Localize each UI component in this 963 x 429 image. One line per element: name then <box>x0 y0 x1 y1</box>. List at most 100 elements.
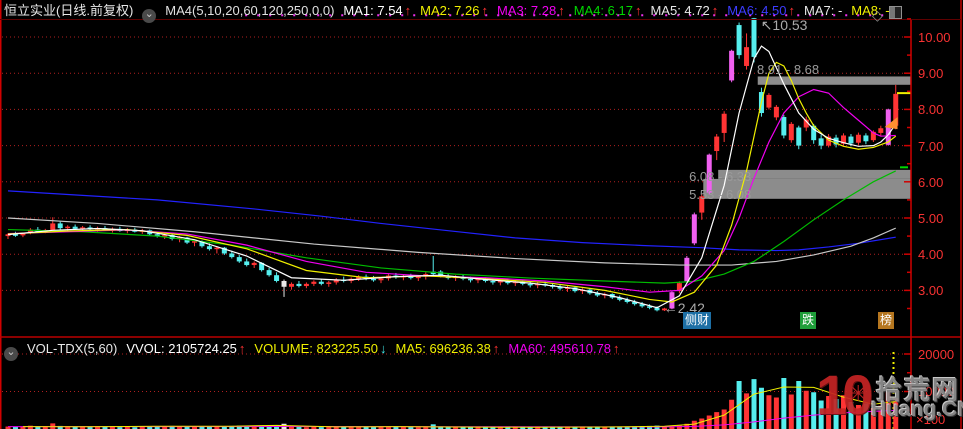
candle-body <box>527 283 533 286</box>
candle-body <box>721 113 727 133</box>
price-tick-label: 10.00 <box>918 30 951 45</box>
main-chart-header: 恒立实业(日线.前复权) ⌄ MA4(5,10,20,60,120,250,0,0)… <box>4 3 899 23</box>
volume-pane-header: ⌄ VOL-TDX(5,60) VVOL: 2105724.25 ↑ VOLUME: 8… <box>4 341 629 361</box>
zone-label: 8.91 - 8.68 <box>757 62 819 77</box>
volume-bar <box>691 420 697 429</box>
up-arrow-icon: ↑ <box>481 3 488 18</box>
trading-terminal: 8.91 - 8.68 6.08 - 6.33 5.53 - 6.08 ↖10.53 ←… <box>0 0 963 429</box>
candle-body <box>773 106 779 118</box>
candle-body <box>781 117 787 136</box>
volume-bar <box>803 390 809 429</box>
candle-body <box>65 226 71 229</box>
candle-body <box>736 25 742 56</box>
window-split-icon[interactable] <box>888 6 902 19</box>
watermark: 10 ✳ 拾荒网 Huang.CN <box>816 363 963 428</box>
volume-bar <box>714 412 720 429</box>
tag-die[interactable]: 跌 <box>800 312 817 329</box>
candle-body <box>371 278 377 281</box>
up-arrow-icon: ↑ <box>404 3 412 18</box>
down-arrow-icon: ↓ <box>379 341 387 356</box>
up-arrow-icon: ↑ <box>558 3 565 18</box>
ma5-value: MA5: 4.72 <box>650 3 710 18</box>
vol-ma60-value: MA60: 495610.78 <box>508 341 612 356</box>
up-arrow-icon: ↑ <box>492 341 500 356</box>
price-tick-label: 8.00 <box>918 102 944 118</box>
candle-body <box>326 282 332 284</box>
corner-controls: ◇ <box>872 6 902 24</box>
candle-body <box>251 262 257 266</box>
volume-tick-label: 20000 <box>918 346 955 362</box>
candle-body <box>818 138 824 146</box>
vvol-value: VVOL: 2105724.25 <box>126 341 237 356</box>
candle-body <box>855 134 861 143</box>
price-tick-label: 3.00 <box>918 283 944 299</box>
up-arrow-icon: ↑ <box>788 3 796 18</box>
candle-body <box>378 278 384 281</box>
ma4-value: MA4: 6.17 <box>573 3 633 18</box>
candle-body <box>318 281 324 284</box>
volume-bar <box>781 377 787 429</box>
price-tick-label: 4.00 <box>918 247 944 263</box>
candle-body <box>229 253 235 258</box>
price-tick-label: 6.00 <box>918 174 944 190</box>
price-tick-label: 9.00 <box>918 66 944 82</box>
candle-body <box>684 257 690 282</box>
candle-body <box>266 270 272 276</box>
watermark-domain: Huang.CN <box>871 398 963 421</box>
zone-label: 5.53 - 6.08 <box>689 187 751 202</box>
candle-body <box>50 223 56 230</box>
candle-body <box>236 257 242 262</box>
volume-bar <box>758 387 764 429</box>
candle-body <box>848 136 854 144</box>
candle-body <box>214 247 220 250</box>
candle-body <box>288 283 294 287</box>
ma-line-ma250 <box>7 190 896 252</box>
ma1-value: MA1: 7.54 <box>343 3 403 18</box>
vol-ma5-value: MA5: 696236.38 <box>395 341 491 356</box>
ma2-value: MA2: 7.26 <box>420 3 480 18</box>
candle-body <box>303 283 309 287</box>
candle-body <box>796 127 802 146</box>
stock-title: 恒立实业(日线.前复权) <box>4 3 134 18</box>
candle-body <box>863 135 869 142</box>
volume-bar <box>796 380 802 429</box>
candle-body <box>296 283 302 287</box>
ma3-value: MA3: 7.28 <box>496 3 557 18</box>
vol-dropdown-icon[interactable]: ⌄ <box>4 347 18 361</box>
volume-bar <box>766 395 772 429</box>
volume-bar <box>721 409 727 429</box>
candle-body <box>729 50 735 81</box>
candle-body <box>714 136 720 152</box>
indicator-dropdown-icon[interactable]: ⌄ <box>142 9 157 23</box>
candle-body <box>744 47 750 66</box>
candle-body <box>788 123 794 141</box>
candle-body <box>751 18 757 57</box>
volume-value: VOLUME: 823225.50 <box>254 341 378 356</box>
candle-body <box>57 223 63 229</box>
tag-cecai[interactable]: 侧财 <box>683 312 712 329</box>
up-arrow-icon: ↑ <box>711 3 719 18</box>
candle-body <box>72 226 78 229</box>
vol-indicator-name: VOL-TDX(5,60) <box>27 341 118 356</box>
up-arrow-icon: ↑ <box>238 341 246 356</box>
candle-body <box>274 275 280 281</box>
diamond-icon[interactable]: ◇ <box>872 7 883 23</box>
price-tick-label: 7.00 <box>918 138 944 154</box>
volume-bar <box>788 394 794 429</box>
zone-label: 6.08 - 6.33 <box>689 169 751 184</box>
tag-bang[interactable]: 榜 <box>878 312 895 329</box>
candle-body <box>415 276 421 279</box>
ma6-value: MA6: 4.50 <box>727 3 787 18</box>
volume-ma-line-volma5 <box>22 386 896 428</box>
volume-bar <box>699 418 705 429</box>
price-tick-label: 5.00 <box>918 210 944 226</box>
candle-body <box>878 128 884 133</box>
volume-bar <box>706 415 712 429</box>
candle-body <box>244 261 250 266</box>
candle-body <box>490 280 496 283</box>
candle-body <box>281 280 287 287</box>
candle-body <box>311 281 317 284</box>
ma-params: MA4(5,10,20,60,120,250,0,0) <box>165 3 335 18</box>
ma-line-ma120 <box>7 217 896 266</box>
candle-body <box>691 214 697 244</box>
